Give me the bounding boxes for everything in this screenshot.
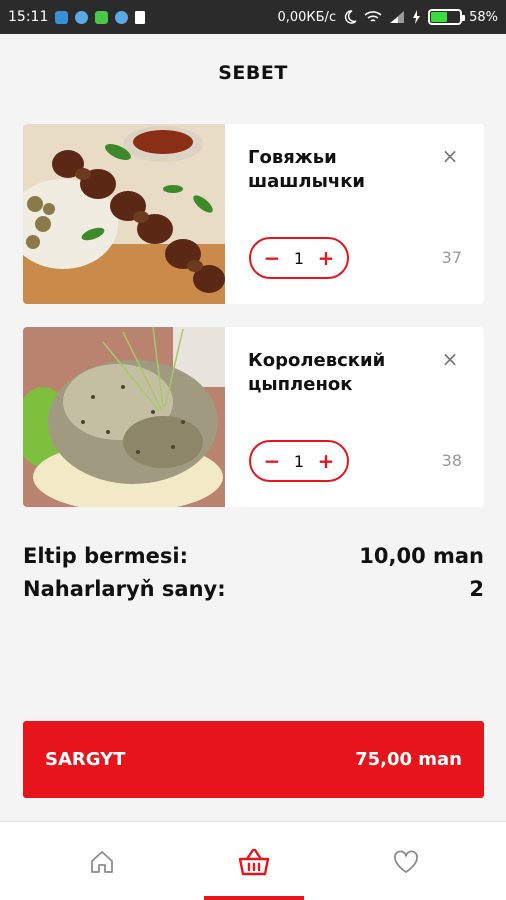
shashlik-image	[23, 124, 225, 304]
nav-favorites[interactable]	[322, 822, 490, 900]
delivery-value: 10,00 man	[359, 544, 484, 568]
page-title: SEBET	[218, 62, 288, 84]
nav-home[interactable]	[18, 822, 186, 900]
item-name: Королевский цыпленок	[248, 350, 386, 395]
dishes-count-row: Naharlaryň sany: 2	[23, 577, 484, 601]
battery-percent: 58%	[469, 9, 498, 25]
cart-item: Говяжьи шашлычки × − 1 + 37	[23, 124, 484, 304]
battery-icon	[428, 9, 466, 25]
dishes-count-value: 2	[469, 577, 484, 601]
status-bar: 15:11 0,00КБ/с 58%	[0, 0, 506, 34]
network-speed: 0,00КБ/с	[277, 9, 337, 25]
telegram-icon	[75, 10, 89, 24]
home-icon	[91, 850, 113, 873]
remove-item-button[interactable]: ×	[438, 144, 462, 168]
decrease-button[interactable]: −	[263, 451, 281, 471]
signal-icon	[390, 11, 405, 23]
nav-basket[interactable]	[170, 822, 338, 900]
status-time: 15:11	[8, 9, 49, 25]
heart-icon	[394, 850, 418, 873]
moon-icon	[344, 10, 357, 24]
item-price: 37	[441, 248, 462, 267]
active-tab-indicator	[204, 896, 304, 900]
bottom-nav	[0, 821, 506, 900]
quantity-value: 1	[293, 248, 305, 268]
chicken-image	[23, 327, 225, 507]
delivery-row: Eltip bermesi: 10,00 man	[23, 544, 484, 568]
increase-button[interactable]: +	[317, 248, 335, 268]
shield-app-icon	[55, 10, 69, 24]
telegram-icon-2	[115, 10, 129, 24]
status-right: 0,00КБ/с 58%	[277, 9, 498, 25]
order-button[interactable]: SARGYT 75,00 man	[23, 721, 484, 798]
item-price: 38	[441, 451, 462, 470]
decrease-button[interactable]: −	[263, 248, 281, 268]
remove-item-button[interactable]: ×	[438, 347, 462, 371]
whatsapp-icon	[95, 10, 109, 24]
order-total: 75,00 man	[355, 749, 462, 770]
quantity-value: 1	[293, 451, 305, 471]
wifi-icon	[364, 11, 382, 22]
status-left: 15:11	[8, 9, 146, 25]
delivery-label: Eltip bermesi:	[23, 544, 188, 568]
charging-icon	[413, 10, 421, 24]
item-name: Говяжьи шашлычки	[248, 147, 366, 192]
quantity-stepper: − 1 +	[249, 440, 349, 482]
order-button-label: SARGYT	[45, 749, 126, 770]
basket-icon	[238, 848, 270, 875]
battery-fill	[431, 12, 448, 22]
clipboard-icon	[135, 10, 146, 24]
increase-button[interactable]: +	[317, 451, 335, 471]
quantity-stepper: − 1 +	[249, 237, 349, 279]
dishes-count-label: Naharlaryň sany:	[23, 577, 226, 601]
cart-item: Королевский цыпленок × − 1 + 38	[23, 327, 484, 507]
